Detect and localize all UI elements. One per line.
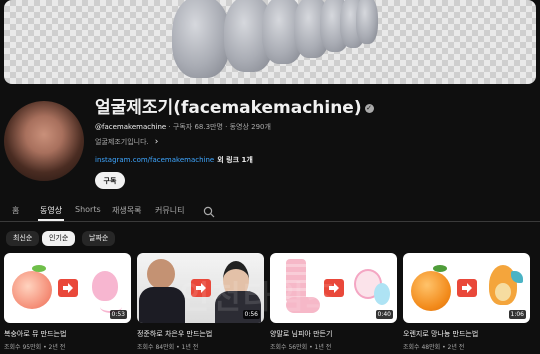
video-meta: 조회수 56만회 • 1년 전 — [270, 342, 397, 351]
meta-separator: • — [307, 344, 315, 351]
video-title[interactable]: 양말로 님피아 만든기 — [270, 329, 397, 339]
video-duration: 0:56 — [242, 310, 260, 319]
arrow-right-icon — [456, 279, 477, 297]
video-meta: 조회수 48만회 • 2년 전 — [403, 342, 530, 351]
orange-image — [411, 271, 451, 311]
video-views: 조회수 84만회 — [137, 344, 175, 351]
video-title[interactable]: 복숭아로 뮤 만드는법 — [4, 329, 131, 339]
video-title[interactable]: 정준하로 차은우 만드는법 — [137, 329, 264, 339]
dragonite-belly-image — [495, 283, 511, 301]
meta-separator: • — [440, 344, 448, 351]
channel-handle: @facemakemachine — [95, 123, 167, 131]
arrow-right-icon — [323, 279, 344, 297]
tab-shorts[interactable]: Shorts — [75, 205, 101, 214]
channel-tabs: 홈 동영상 Shorts 재생목록 커뮤니티 — [0, 198, 540, 222]
peach-image — [12, 271, 52, 309]
video-duration: 0:40 — [375, 310, 393, 319]
subscriber-count: 구독자 68.3만명 — [172, 123, 223, 131]
person-left-body — [139, 287, 185, 323]
video-thumbnail[interactable]: 0:56 — [137, 253, 264, 323]
more-links[interactable]: 외 링크 1개 — [217, 156, 253, 164]
video-thumbnail[interactable]: 1:06 — [403, 253, 530, 323]
video-thumbnail[interactable]: 0:53 — [4, 253, 131, 323]
channel-banner — [4, 0, 536, 84]
video-card[interactable]: 0:53 복숭아로 뮤 만드는법 조회수 95만회 • 2년 전 — [4, 253, 131, 351]
sylveon-ribbon-image — [374, 283, 390, 305]
video-meta: 조회수 84만회 • 1년 전 — [137, 342, 264, 351]
meta-separator: • — [41, 344, 49, 351]
channel-name-text: 얼굴제조기(facemakemachine) — [95, 98, 362, 118]
video-age: 1년 전 — [181, 344, 199, 351]
video-card[interactable]: 0:40 양말로 님피아 만든기 조회수 56만회 • 1년 전 — [270, 253, 397, 351]
banner-head-image — [172, 0, 230, 78]
search-icon[interactable] — [203, 206, 215, 218]
channel-avatar[interactable] — [4, 101, 84, 181]
video-card[interactable]: 1:06 오렌지로 망나뇽 만드는법 조회수 48만회 • 2년 전 — [403, 253, 530, 351]
meta-separator: • — [174, 344, 182, 351]
video-thumbnail[interactable]: 0:40 — [270, 253, 397, 323]
chip-latest[interactable]: 최신순 — [6, 231, 40, 246]
subscribe-button[interactable]: 구독 — [95, 172, 125, 189]
video-age: 1년 전 — [314, 344, 332, 351]
video-age: 2년 전 — [48, 344, 66, 351]
channel-meta: @facemakemachine · 구독자 68.3만명 · 동영상 290개 — [95, 122, 271, 132]
active-tab-indicator — [38, 219, 64, 221]
instagram-link[interactable]: instagram.com/facemakemachine — [95, 156, 214, 164]
video-views: 조회수 56만회 — [270, 344, 308, 351]
video-duration: 1:06 — [508, 310, 526, 319]
video-age: 2년 전 — [447, 344, 465, 351]
video-views: 조회수 95만회 — [4, 344, 42, 351]
description-text: 얼굴제조기입니다. — [95, 138, 149, 146]
arrow-right-icon — [190, 279, 211, 297]
tab-community[interactable]: 커뮤니티 — [155, 205, 184, 216]
channel-links: instagram.com/facemakemachine 외 링크 1개 — [95, 155, 253, 165]
video-count: 동영상 290개 — [229, 123, 271, 131]
leaf-image — [32, 265, 46, 272]
arrow-right-icon — [57, 279, 78, 297]
channel-description[interactable]: 얼굴제조기입니다. › — [95, 137, 158, 147]
tab-playlists[interactable]: 재생목록 — [112, 205, 141, 216]
video-meta: 조회수 95만회 • 2년 전 — [4, 342, 131, 351]
sock-foot-image — [286, 297, 320, 313]
video-title[interactable]: 오렌지로 망나뇽 만드는법 — [403, 329, 530, 339]
video-views: 조회수 48만회 — [403, 344, 441, 351]
verified-icon: ✓ — [364, 103, 374, 113]
chip-oldest[interactable]: 날짜순 — [82, 231, 116, 246]
channel-name: 얼굴제조기(facemakemachine) ✓ — [95, 93, 374, 118]
leaf-image — [433, 265, 447, 272]
banner-head-image — [356, 0, 378, 44]
chevron-right-icon[interactable]: › — [155, 137, 159, 147]
video-duration: 0:53 — [109, 310, 127, 319]
tab-videos[interactable]: 동영상 — [40, 205, 62, 216]
chip-popular[interactable]: 인기순 — [42, 231, 76, 246]
tab-home[interactable]: 홈 — [12, 205, 19, 216]
person-left-image — [147, 259, 175, 289]
video-card[interactable]: 0:56 정준하로 차은우 만드는법 조회수 84만회 • 1년 전 — [137, 253, 264, 351]
mew-image — [92, 271, 118, 301]
